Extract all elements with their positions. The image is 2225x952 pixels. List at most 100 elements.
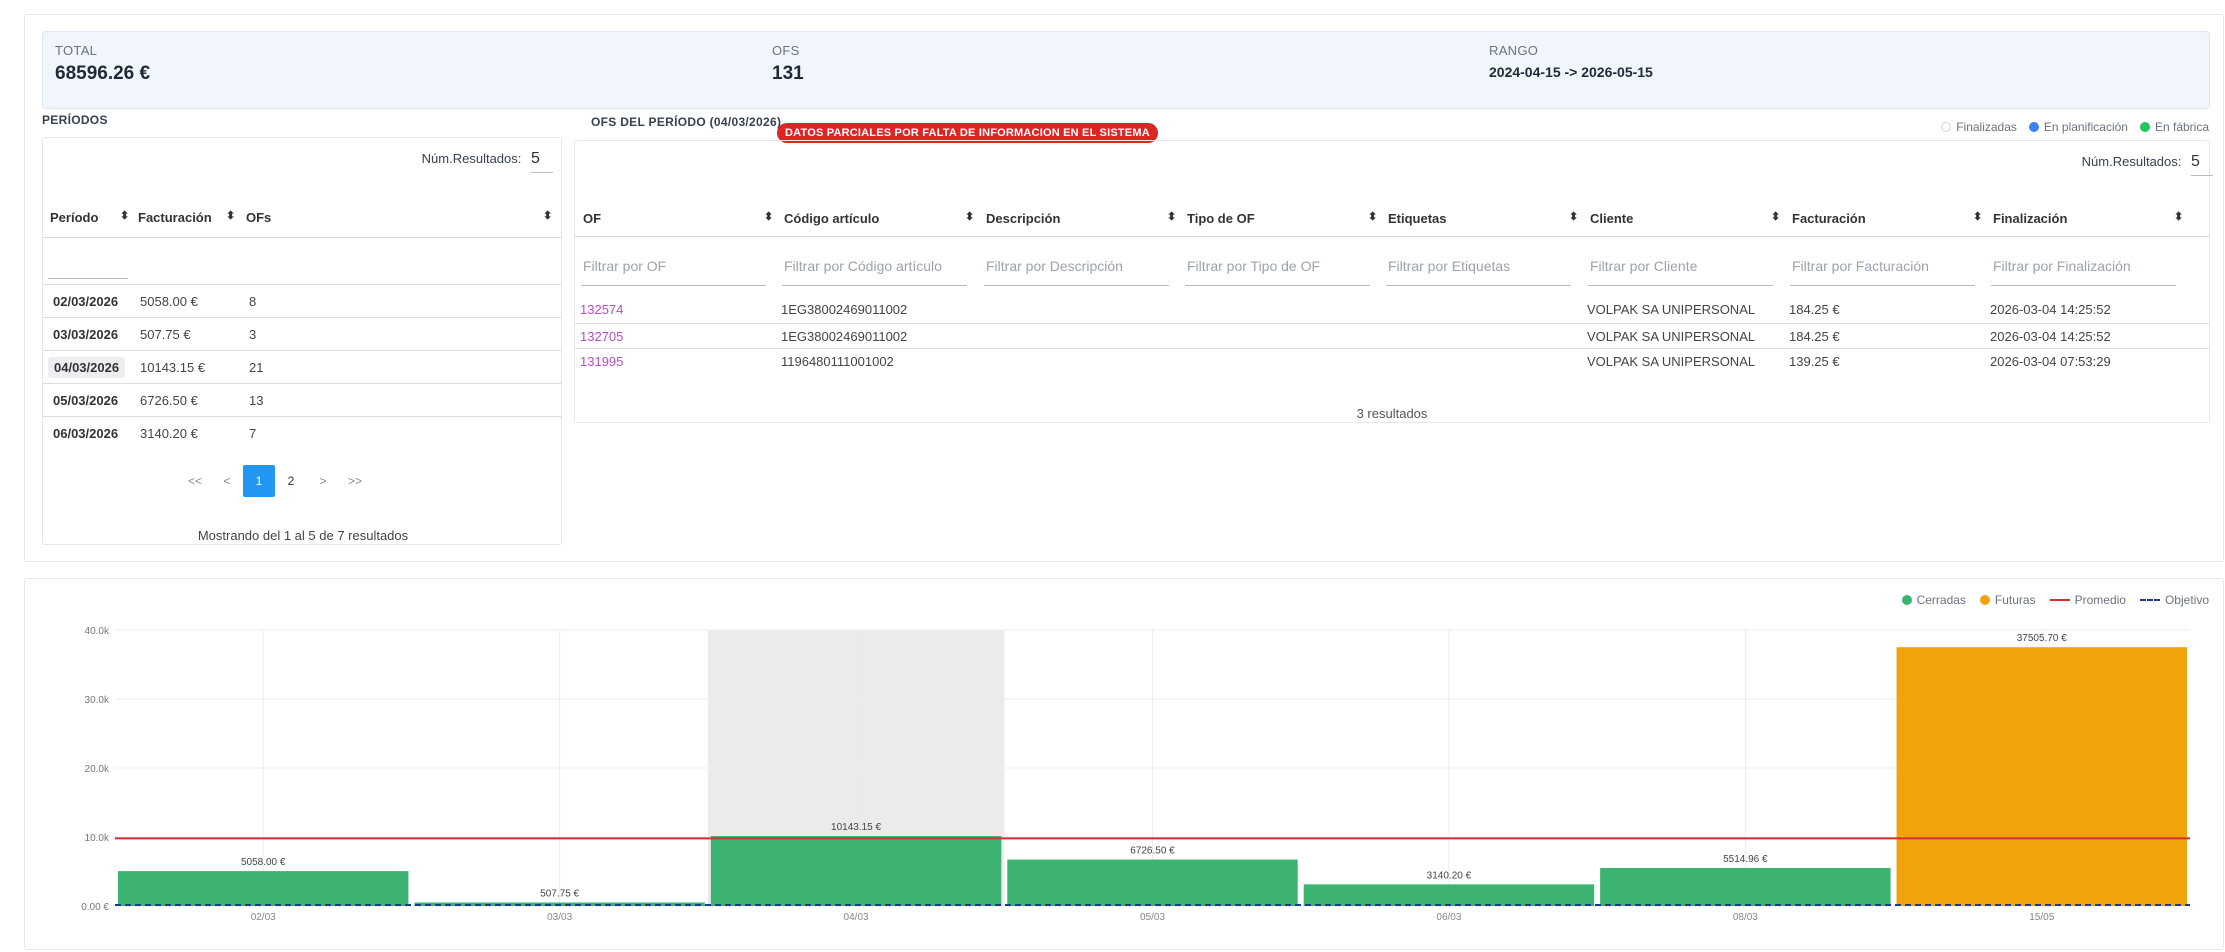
table-row[interactable]: 03/03/2026 507.75 € 3 bbox=[43, 317, 561, 350]
billing-chart-panel: Cerradas Futuras Promedio Objetivo 0.00 … bbox=[24, 578, 2224, 950]
stat-total-label: TOTAL bbox=[55, 43, 98, 58]
ofs-col-client[interactable]: Cliente bbox=[1590, 201, 1633, 236]
ofs-filter-billing[interactable]: Filtrar por Facturación bbox=[1792, 258, 1929, 274]
sort-icon[interactable]: ⬍ bbox=[120, 211, 129, 222]
legend-finalizadas-label: Finalizadas bbox=[1956, 120, 2017, 134]
bar-cerradas bbox=[118, 871, 409, 906]
bar-data-label: 507.75 € bbox=[540, 888, 579, 899]
filter-underline bbox=[581, 285, 766, 286]
sort-icon[interactable]: ⬍ bbox=[226, 211, 235, 222]
filter-underline bbox=[1790, 285, 1975, 286]
ofs-col-label: Descripción bbox=[986, 211, 1061, 226]
pager-last-button[interactable]: >> bbox=[339, 465, 371, 497]
period-billing: 6726.50 € bbox=[140, 393, 198, 408]
period-date: 04/03/2026 bbox=[48, 357, 126, 378]
ofs-cell-end: 2026-03-04 07:53:29 bbox=[1990, 354, 2111, 369]
y-tick-label: 30.0k bbox=[85, 695, 110, 706]
ofs-col-code[interactable]: Código artículo bbox=[784, 201, 879, 236]
of-link[interactable]: 132574 bbox=[580, 302, 623, 317]
period-date: 06/03/2026 bbox=[53, 426, 119, 441]
ofs-filter-tags[interactable]: Filtrar por Etiquetas bbox=[1388, 258, 1510, 274]
bar-data-label: 6726.50 € bbox=[1130, 846, 1175, 857]
pager-first-button[interactable]: << bbox=[179, 465, 211, 497]
periods-col-ofs[interactable]: OFs bbox=[246, 198, 271, 237]
sort-icon[interactable]: ⬍ bbox=[1167, 212, 1176, 223]
table-row[interactable]: 02/03/2026 5058.00 € 8 bbox=[43, 284, 561, 317]
periods-col-period[interactable]: Período bbox=[50, 198, 98, 237]
sort-icon[interactable]: ⬍ bbox=[1569, 212, 1578, 223]
table-row[interactable]: 06/03/2026 3140.20 € 7 bbox=[43, 416, 561, 449]
periods-header-row: Período ⬍ Facturación ⬍ OFs ⬍ bbox=[43, 198, 561, 238]
ofs-cell-code: 1EG38002469011002 bbox=[781, 329, 908, 344]
period-billing: 3140.20 € bbox=[140, 426, 198, 441]
pager-page-1[interactable]: 1 bbox=[243, 465, 275, 497]
legend-fabrica[interactable]: En fábrica bbox=[2139, 120, 2209, 134]
table-row[interactable]: 131995 1196480111001002 VOLPAK SA UNIPERSO… bbox=[575, 348, 2209, 374]
ofs-cell-billing: 184.25 € bbox=[1789, 302, 1840, 317]
table-row[interactable]: 132574 1EG38002469011002 VOLPAK SA UNIPERS… bbox=[575, 297, 2209, 323]
stat-ofs-value: 131 bbox=[772, 63, 804, 84]
of-link[interactable]: 131995 bbox=[580, 354, 623, 369]
ofs-col-label: Código artículo bbox=[784, 211, 880, 226]
ofs-filter-of[interactable]: Filtrar por OF bbox=[583, 258, 666, 274]
table-row[interactable]: 05/03/2026 6726.50 € 13 bbox=[43, 383, 561, 416]
x-tick-label: 08/03 bbox=[1733, 912, 1758, 923]
y-tick-label: 10.0k bbox=[85, 833, 110, 844]
bar-cerradas bbox=[710, 836, 1002, 906]
ofs-col-label: Etiquetas bbox=[1388, 211, 1447, 226]
ofs-num-results-input[interactable]: 5 bbox=[2191, 153, 2213, 176]
periods-col-period-label: Período bbox=[50, 210, 99, 225]
legend-dot-icon bbox=[2028, 122, 2039, 132]
ofs-col-end[interactable]: Finalización bbox=[1993, 201, 2067, 236]
x-tick-label: 06/03 bbox=[1436, 912, 1461, 923]
ofs-col-desc[interactable]: Descripción bbox=[986, 201, 1060, 236]
y-tick-label: 0.00 € bbox=[81, 902, 109, 913]
y-tick-label: 20.0k bbox=[85, 764, 110, 775]
period-billing: 10143.15 € bbox=[140, 360, 206, 375]
pager-prev-button[interactable]: < bbox=[211, 465, 243, 497]
ofs-filter-end[interactable]: Filtrar por Finalización bbox=[1993, 258, 2131, 274]
filter-underline bbox=[782, 285, 967, 286]
period-filter-input[interactable] bbox=[48, 278, 128, 279]
periods-col-ofs-label: OFs bbox=[246, 210, 272, 225]
period-ofs: 8 bbox=[249, 294, 257, 309]
table-row[interactable]: 132705 1EG38002469011002 VOLPAK SA UNIPERS… bbox=[575, 323, 2209, 349]
of-link[interactable]: 132705 bbox=[580, 329, 623, 344]
sort-icon[interactable]: ⬍ bbox=[543, 211, 552, 222]
bar-futuras bbox=[1896, 647, 2187, 906]
sort-icon[interactable]: ⬍ bbox=[764, 212, 773, 223]
ofs-filter-client[interactable]: Filtrar por Cliente bbox=[1590, 258, 1697, 274]
stat-total: TOTAL 68596.26 € bbox=[55, 43, 150, 85]
periods-table: Núm.Resultados: 5 Período ⬍ Facturación … bbox=[42, 137, 562, 545]
ofs-filter-desc[interactable]: Filtrar por Descripción bbox=[986, 258, 1123, 274]
ofs-col-tags[interactable]: Etiquetas bbox=[1388, 201, 1447, 236]
legend-planificacion[interactable]: En planificación bbox=[2028, 120, 2128, 134]
ofs-filter-code[interactable]: Filtrar por Código artículo bbox=[784, 258, 942, 274]
sort-icon[interactable]: ⬍ bbox=[1771, 212, 1780, 223]
ofs-col-of[interactable]: OF bbox=[583, 201, 601, 236]
sort-icon[interactable]: ⬍ bbox=[1973, 212, 1982, 223]
pager-page-2[interactable]: 2 bbox=[275, 465, 307, 497]
period-ofs: 7 bbox=[249, 426, 257, 441]
stat-range-value: 2024-04-15 -> 2026-05-15 bbox=[1489, 64, 1653, 80]
ofs-col-billing[interactable]: Facturación bbox=[1792, 201, 1866, 236]
table-row[interactable]: 04/03/2026 10143.15 € 21 bbox=[43, 350, 561, 383]
ofs-col-label: Tipo de OF bbox=[1187, 211, 1255, 226]
bar-cerradas bbox=[1007, 859, 1298, 906]
sort-icon[interactable]: ⬍ bbox=[2174, 212, 2183, 223]
billing-bar-chart: 0.00 € 10.0k 20.0k 30.0k 40.0k 5058.00 € 02/03… bbox=[81, 626, 2190, 923]
pager-next-button[interactable]: > bbox=[307, 465, 339, 497]
ofs-result-count: 3 resultados bbox=[1356, 406, 1428, 421]
ofs-col-type[interactable]: Tipo de OF bbox=[1187, 201, 1255, 236]
periods-col-billing[interactable]: Facturación bbox=[138, 198, 212, 237]
sort-icon[interactable]: ⬍ bbox=[965, 212, 974, 223]
periods-num-results-input[interactable]: 5 bbox=[531, 150, 553, 173]
sort-icon[interactable]: ⬍ bbox=[1368, 212, 1377, 223]
legend-finalizadas[interactable]: Finalizadas bbox=[1941, 120, 2017, 134]
ofs-filter-type[interactable]: Filtrar por Tipo de OF bbox=[1187, 258, 1320, 274]
ofs-cell-end: 2026-03-04 14:25:52 bbox=[1990, 302, 2111, 317]
stat-ofs: OFS 131 bbox=[772, 43, 804, 85]
periods-title: PERÍODOS bbox=[42, 113, 108, 127]
ofs-cell-billing: 184.25 € bbox=[1789, 329, 1840, 344]
filter-underline bbox=[1386, 285, 1571, 286]
